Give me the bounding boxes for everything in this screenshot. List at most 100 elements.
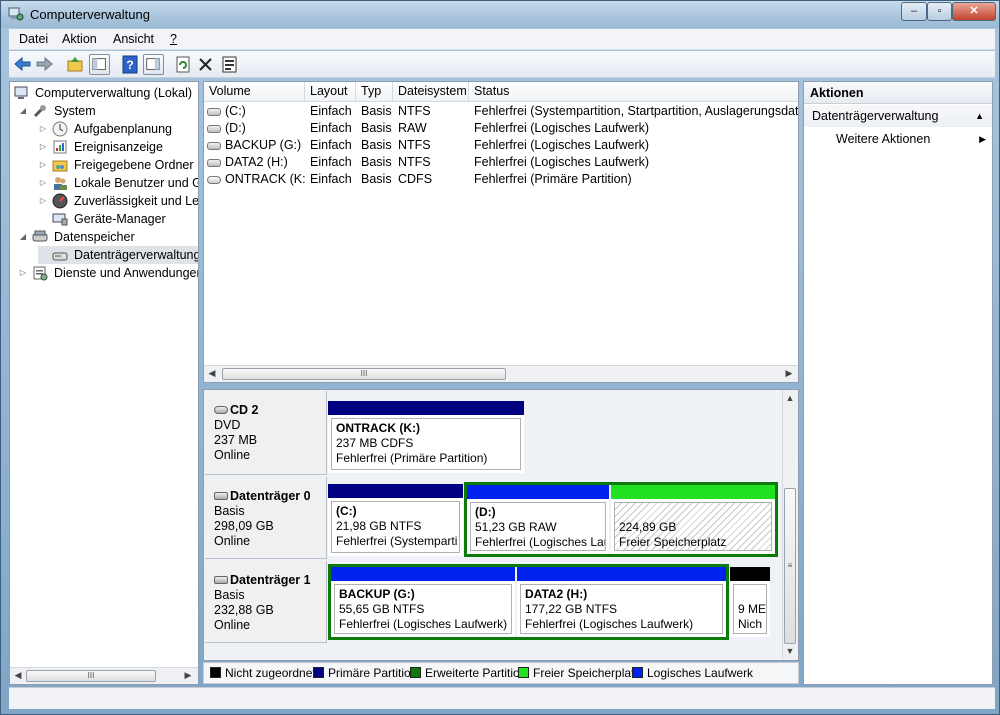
tree-label-system: System	[54, 104, 96, 118]
table-row[interactable]: BACKUP (G:) Einfach Basis NTFS Fehlerfre…	[204, 137, 798, 154]
tools-icon	[33, 105, 46, 118]
tree-label-datenspeicher: Datenspeicher	[54, 230, 135, 244]
disk-type: Basis	[214, 588, 245, 602]
column-header-dateisystem[interactable]: Dateisystem	[393, 82, 469, 102]
show-hide-tree-icon[interactable]	[89, 54, 110, 75]
partition-ontrack[interactable]: ONTRACK (K:) 237 MB CDFS Fehlerfrei (Pri…	[328, 401, 524, 473]
disk-label-disk1[interactable]: Datenträger 1 Basis 232,88 GB Online	[205, 561, 327, 643]
tree-scroll-thumb[interactable]: III	[26, 670, 156, 682]
menu-datei[interactable]: Datei	[19, 32, 48, 46]
actions-title: Aktionen	[804, 82, 992, 104]
legend-bar: Nicht zugeordnet Primäre Partition Erwei…	[203, 662, 799, 684]
partition-body: (C:) 21,98 GB NTFS Fehlerfrei (Systempar…	[331, 501, 460, 553]
menu-aktion[interactable]: Aktion	[62, 32, 97, 46]
expand-arrow-icon[interactable]: ▷	[38, 174, 48, 192]
list-horizontal-scrollbar[interactable]: ◀ III ▶	[204, 365, 798, 382]
collapse-arrow-icon[interactable]: ◢	[18, 228, 28, 246]
collapse-arrow-icon[interactable]: ◢	[18, 102, 28, 120]
partition-size: 224,89 GB	[619, 520, 677, 534]
partition-title: (D:)	[475, 505, 496, 519]
column-header-layout[interactable]: Layout	[305, 82, 356, 102]
fs-cell: NTFS	[398, 138, 431, 152]
disk-view-vertical-scrollbar[interactable]: ▲ ≡ ▼	[782, 390, 798, 660]
help-icon[interactable]: ?	[120, 54, 141, 75]
status-bar	[9, 687, 995, 709]
show-hide-action-pane-icon[interactable]	[143, 54, 164, 75]
scroll-right-arrow-icon[interactable]: ▶	[783, 368, 795, 379]
disk-label-cd2[interactable]: CD 2 DVD 237 MB Online	[205, 391, 327, 475]
partition-unallocated[interactable]: 9 ME Nich	[730, 567, 770, 637]
layout-cell: Einfach	[310, 138, 352, 152]
partition-free-space[interactable]: 224,89 GB Freier Speicherplatz	[611, 485, 775, 554]
disk-type: Basis	[214, 504, 245, 518]
close-button[interactable]: ✕	[952, 2, 996, 21]
expand-arrow-icon[interactable]: ▷	[38, 138, 48, 156]
column-header-volume[interactable]: Volume	[204, 82, 305, 102]
column-header-status[interactable]: Status	[469, 82, 798, 102]
legend-label: Primäre Partition	[328, 666, 418, 680]
menu-ansicht[interactable]: Ansicht	[113, 32, 154, 46]
scroll-left-arrow-icon[interactable]: ◀	[12, 670, 24, 681]
menu-help[interactable]: ?	[170, 32, 177, 46]
table-row[interactable]: (D:) Einfach Basis RAW Fehlerfrei (Logis…	[204, 120, 798, 137]
disk-size: 298,09 GB	[214, 519, 274, 533]
disk-state: Online	[214, 448, 251, 462]
volume-cell: (C:)	[207, 103, 305, 120]
legend-item: Logisches Laufwerk	[632, 666, 753, 680]
tree-label-root: Computerverwaltung (Lokal)	[35, 86, 193, 100]
disk-label-disk0[interactable]: Datenträger 0 Basis 298,09 GB Online	[205, 477, 327, 559]
expand-arrow-icon[interactable]: ▷	[38, 156, 48, 174]
computer-management-icon	[14, 86, 28, 99]
tree-label: Ereignisanzeige	[74, 140, 163, 154]
primary-partition-bar	[328, 401, 524, 415]
partition-title: BACKUP (G:)	[339, 587, 415, 601]
scroll-down-arrow-icon[interactable]: ▼	[784, 646, 796, 656]
list-scroll-thumb[interactable]: III	[222, 368, 506, 380]
tree-label: Aufgabenplanung	[74, 122, 173, 136]
volume-cell: (D:)	[207, 120, 305, 137]
table-row[interactable]: (C:) Einfach Basis NTFS Fehlerfrei (Syst…	[204, 103, 798, 120]
fs-cell: NTFS	[398, 104, 431, 118]
partition-status: Freier Speicherplatz	[619, 535, 727, 549]
table-row[interactable]: DATA2 (H:) Einfach Basis NTFS Fehlerfrei…	[204, 154, 798, 171]
disk-state: Online	[214, 534, 251, 548]
delete-icon[interactable]	[195, 54, 216, 75]
partition-g[interactable]: BACKUP (G:) 55,65 GB NTFS Fehlerfrei (Lo…	[331, 567, 515, 637]
status-cell: Fehlerfrei (Systempartition, Startpartit…	[474, 104, 798, 118]
up-folder-icon[interactable]	[65, 54, 86, 75]
tree-horizontal-scrollbar[interactable]: ◀ III ▶	[10, 667, 198, 684]
tree-node-datentraegerverwaltung[interactable]: Datenträgerverwaltung	[38, 246, 198, 264]
expand-arrow-icon[interactable]: ▷	[18, 264, 28, 282]
disk-view-scroll-thumb[interactable]: ≡	[784, 488, 796, 644]
forward-arrow-icon[interactable]	[34, 54, 55, 75]
minimize-button[interactable]: –	[901, 2, 927, 21]
back-arrow-icon[interactable]	[12, 54, 33, 75]
legend-item: Erweiterte Partition	[410, 666, 526, 680]
maximize-button[interactable]: ▫	[927, 2, 952, 21]
actions-section-header[interactable]: Datenträgerverwaltung ▲	[804, 105, 992, 127]
legend-item: Nicht zugeordnet	[210, 666, 316, 680]
more-actions-item[interactable]: Weitere Aktionen ▶	[804, 128, 992, 150]
partition-c[interactable]: (C:) 21,98 GB NTFS Fehlerfrei (Systempar…	[328, 484, 463, 556]
column-header-typ[interactable]: Typ	[356, 82, 393, 102]
partition-d[interactable]: (D:) 51,23 GB RAW Fehlerfrei (Logisches …	[467, 485, 609, 554]
collapse-up-arrow-icon[interactable]: ▲	[975, 105, 984, 127]
table-row[interactable]: ONTRACK (K:) Einfach Basis CDFS Fehlerfr…	[204, 171, 798, 188]
volume-name: DATA2 (H:)	[225, 155, 288, 169]
properties-icon[interactable]	[219, 54, 240, 75]
app-window: Computerverwaltung – ▫ ✕ Datei Aktion An…	[0, 0, 1000, 715]
expand-arrow-icon[interactable]: ▷	[38, 120, 48, 138]
partition-h[interactable]: DATA2 (H:) 177,22 GB NTFS Fehlerfrei (Lo…	[517, 567, 726, 637]
legend-swatch	[518, 667, 529, 678]
disk-name: Datenträger 0	[230, 489, 311, 503]
expand-arrow-icon[interactable]: ▷	[38, 192, 48, 210]
scroll-left-arrow-icon[interactable]: ◀	[206, 368, 218, 379]
title-bar[interactable]: Computerverwaltung – ▫ ✕	[1, 1, 999, 28]
partition-body: (D:) 51,23 GB RAW Fehlerfrei (Logisches …	[470, 502, 606, 551]
refresh-icon[interactable]	[173, 54, 194, 75]
fs-cell: RAW	[398, 121, 427, 135]
scroll-up-arrow-icon[interactable]: ▲	[784, 393, 796, 403]
device-manager-icon	[52, 213, 68, 226]
primary-partition-bar	[328, 484, 463, 498]
scroll-right-arrow-icon[interactable]: ▶	[182, 670, 194, 681]
